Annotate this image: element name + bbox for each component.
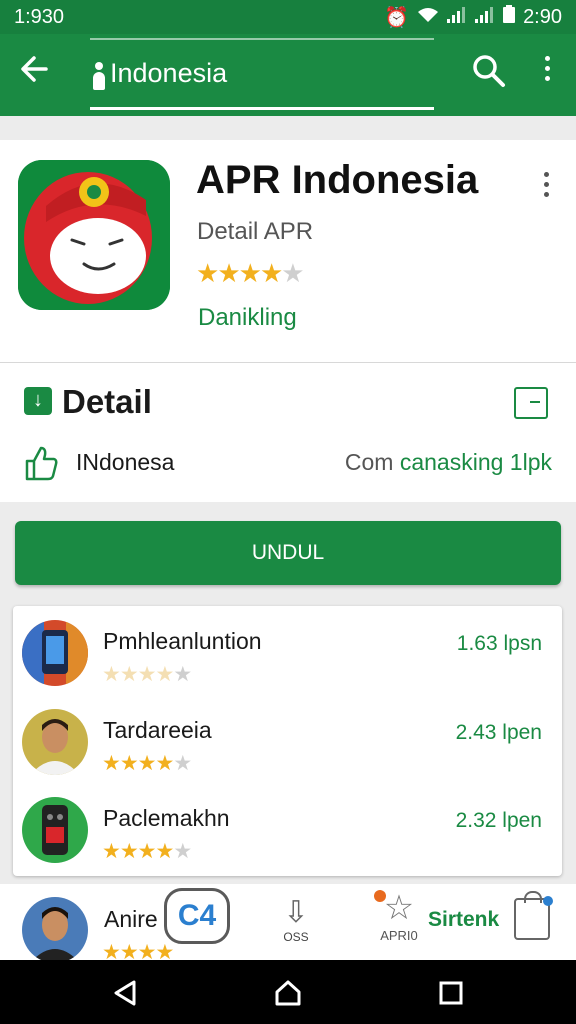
list-item-name: Pmhleanluntion (103, 628, 262, 654)
app-developer[interactable]: Danikling (198, 304, 297, 332)
bottom-name: Anire (104, 906, 158, 932)
list-item-size: 1.63 lpsn (456, 632, 542, 655)
app-subtitle: Detail APR (197, 218, 314, 245)
detail-region: INdonesa (76, 449, 175, 475)
download-tab[interactable]: ⇩ OSS (274, 896, 318, 956)
detail-info-highlight: canasking 1lpk (399, 449, 552, 475)
appbar-title: Indonesia (110, 58, 228, 88)
list-item[interactable]: Pmhleanluntion ★★★★★ 1.63 lpsn (13, 608, 562, 696)
app-header-card: APR Indonesia Detail APR ★★★★★ Danikling (0, 140, 576, 362)
overflow-menu-icon[interactable] (536, 56, 558, 90)
detail-info: Com canasking 1lpk (345, 449, 552, 476)
app-rating-stars: ★★★★★ (196, 258, 305, 289)
list-item-name: Paclemakhn (103, 805, 230, 831)
shopping-bag-icon[interactable] (514, 891, 553, 940)
download-arrow-icon: ⇩ (283, 896, 309, 929)
nav-home-icon[interactable] (273, 978, 303, 1008)
avatar (22, 709, 88, 775)
search-field[interactable]: Indonesia (90, 38, 434, 110)
list-item[interactable]: Paclemakhn ★★★★★ 2.32 lpen (13, 785, 562, 873)
download-tab-label: OSS (283, 930, 309, 944)
detail-info-prefix: Com (344, 449, 400, 475)
star-icon: ★ (238, 258, 262, 288)
wifi-icon (417, 6, 439, 29)
list-item-size: 2.32 lpen (455, 809, 542, 832)
nav-recents-icon[interactable] (436, 978, 466, 1008)
star-icon: ★ (281, 258, 304, 288)
star-icon: ★ (259, 258, 283, 288)
list-item-stars: ★★★★★ (102, 663, 192, 686)
status-bar: 1:930 ⏰ 2:90 (0, 0, 576, 34)
app-bar: Indonesia (0, 34, 576, 116)
search-icon[interactable] (472, 54, 506, 88)
app-more-icon[interactable] (536, 172, 556, 202)
detail-title: Detail (62, 383, 152, 420)
list-item-size: 2.43 lpen (455, 721, 542, 744)
app-icon[interactable] (18, 160, 170, 310)
person-icon (92, 62, 106, 90)
app-name: APR Indonesia (196, 158, 479, 202)
avatar (22, 797, 88, 863)
nav-back-icon[interactable] (110, 978, 140, 1008)
list-item-stars: ★★★★★ (102, 752, 192, 775)
thumbs-up-icon[interactable] (24, 445, 58, 481)
star-icon: ★ (196, 258, 219, 288)
avatar[interactable] (22, 897, 88, 960)
list-item-stars: ★★★★★ (102, 840, 192, 863)
back-arrow-icon[interactable] (20, 54, 48, 90)
signal-icon-2 (475, 6, 495, 29)
star-tab[interactable]: ☆ APRI0 (370, 888, 428, 954)
list-item[interactable]: Tardareeia ★★★★★ 2.43 lpen (13, 697, 562, 785)
expand-box-icon[interactable] (514, 387, 548, 419)
download-square-icon: ↓ (24, 387, 52, 415)
c4-badge[interactable]: C4 (164, 888, 230, 944)
bottom-strip: Anire ★★★★ C4 ⇩ OSS ☆ APRI0 Sirtenk (0, 884, 576, 960)
download-button[interactable]: UNDUL (15, 521, 561, 585)
bottom-stars: ★★★★ (102, 941, 174, 960)
detail-section: ↓ Detail INdonesa Com canasking 1lpk (0, 362, 576, 502)
status-time-left: 1:930 (14, 5, 65, 28)
list-item-name: Tardareeia (103, 717, 212, 743)
system-nav-bar (0, 960, 576, 1024)
battery-icon (503, 5, 516, 29)
status-time-right: 2:90 (523, 5, 562, 28)
bottom-label[interactable]: Sirtenk (428, 908, 499, 932)
alarm-icon: ⏰ (384, 6, 410, 29)
star-icon: ★ (217, 258, 240, 288)
app-list: Pmhleanluntion ★★★★★ 1.63 lpsn Tardareei… (13, 606, 562, 876)
notification-dot (374, 890, 386, 902)
avatar (22, 620, 88, 686)
signal-icon (447, 6, 467, 29)
star-tab-label: APRI0 (380, 928, 418, 943)
